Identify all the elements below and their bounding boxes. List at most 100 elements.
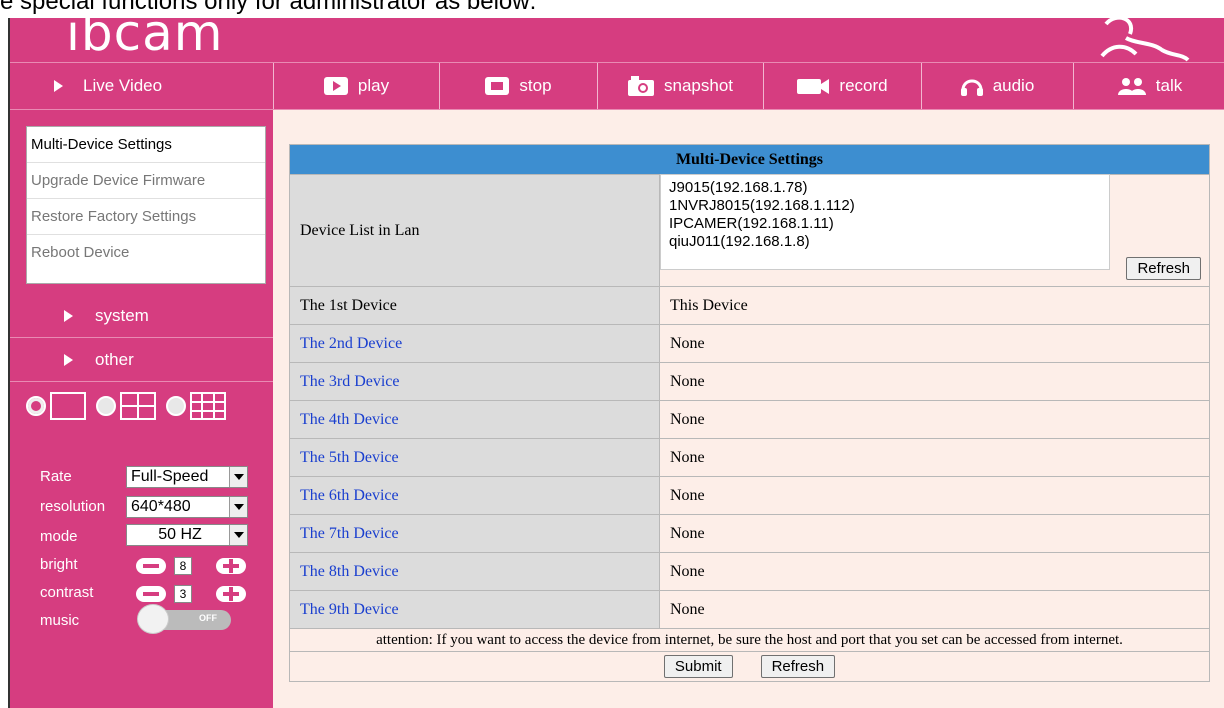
- snapshot-button[interactable]: snapshot: [597, 63, 763, 109]
- mascot-icon: [1100, 15, 1190, 62]
- device-value: None: [659, 514, 1210, 553]
- device-link[interactable]: The 7th Device: [289, 514, 660, 553]
- device-list-entry[interactable]: 1NVRJ8015(192.168.1.112): [669, 197, 1101, 215]
- layout-1-radio[interactable]: [26, 396, 46, 416]
- play-icon: [323, 77, 348, 95]
- device-value: None: [659, 552, 1210, 591]
- device-value: None: [659, 438, 1210, 477]
- sidebar-item-live-video[interactable]: Live Video: [10, 63, 273, 109]
- device-label: The 1st Device: [289, 286, 660, 325]
- record-label: record: [839, 76, 888, 95]
- camera-icon: [628, 76, 654, 96]
- device-value: None: [659, 590, 1210, 629]
- layout-9-radio[interactable]: [166, 396, 186, 416]
- resolution-value: 640*480: [131, 498, 191, 515]
- chevron-down-icon: [229, 497, 247, 517]
- rate-select[interactable]: Full-Speed: [126, 466, 248, 488]
- resolution-select[interactable]: 640*480: [126, 496, 248, 518]
- device-list-box[interactable]: J9015(192.168.1.78) 1NVRJ8015(192.168.1.…: [660, 174, 1110, 270]
- bright-value: 8: [174, 557, 192, 575]
- music-label: music: [40, 612, 80, 629]
- submit-button[interactable]: Submit: [663, 655, 733, 678]
- device-value: None: [659, 476, 1210, 515]
- plus-icon-vertical: [229, 559, 233, 573]
- table-row: The 7th Device None: [289, 514, 1210, 553]
- plus-icon-vertical: [229, 587, 233, 601]
- device-list-entry[interactable]: J9015(192.168.1.78): [669, 179, 1101, 197]
- table-row: The 3rd Device None: [289, 362, 1210, 401]
- triangle-right-icon: [64, 309, 73, 322]
- video-camera-icon: [797, 79, 830, 94]
- table-header-row: Multi-Device Settings: [289, 144, 1210, 175]
- snapshot-label: snapshot: [664, 76, 733, 95]
- refresh-list-button[interactable]: Refresh: [1126, 257, 1201, 280]
- table-row: The 2nd Device None: [289, 324, 1210, 363]
- sidebar-item-other[interactable]: other: [10, 338, 273, 382]
- triangle-right-icon: [64, 353, 73, 366]
- action-cell: Submit Refresh: [289, 651, 1210, 682]
- contrast-increase-button[interactable]: [216, 586, 246, 602]
- contrast-decrease-button[interactable]: [136, 586, 166, 602]
- toggle-state: OFF: [199, 613, 217, 623]
- layout-selector: [26, 388, 266, 424]
- headphones-icon: [960, 79, 983, 96]
- device-link[interactable]: The 4th Device: [289, 400, 660, 439]
- triangle-right-icon: [54, 80, 63, 92]
- table-row: The 1st Device This Device: [289, 286, 1210, 325]
- layout-4-radio[interactable]: [96, 396, 116, 416]
- refresh-button[interactable]: Refresh: [760, 655, 836, 678]
- brand-logo: ibcam: [66, 4, 224, 62]
- music-toggle[interactable]: OFF: [137, 604, 233, 634]
- resolution-label: resolution: [40, 498, 106, 515]
- device-list-label: Device List in Lan: [289, 174, 660, 287]
- mode-value: 50 HZ: [158, 526, 202, 543]
- play-button[interactable]: play: [273, 63, 439, 109]
- device-list-row: Device List in Lan J9015(192.168.1.78) 1…: [289, 174, 1210, 287]
- system-label: system: [95, 305, 149, 325]
- chevron-down-icon: [229, 525, 247, 545]
- device-link[interactable]: The 8th Device: [289, 552, 660, 591]
- audio-button[interactable]: audio: [921, 63, 1073, 109]
- device-link[interactable]: The 6th Device: [289, 476, 660, 515]
- live-video-label: Live Video: [83, 76, 163, 95]
- rate-value: Full-Speed: [131, 468, 209, 485]
- stop-button[interactable]: stop: [439, 63, 597, 109]
- device-list-entry[interactable]: IPCAMER(192.168.1.11): [669, 215, 1101, 233]
- talk-button[interactable]: talk: [1073, 63, 1224, 109]
- rate-label: Rate: [40, 468, 72, 485]
- record-button[interactable]: record: [763, 63, 921, 109]
- bright-decrease-button[interactable]: [136, 558, 166, 574]
- table-row: The 9th Device None: [289, 590, 1210, 629]
- other-label: other: [95, 349, 134, 369]
- device-value: None: [659, 400, 1210, 439]
- table-row: The 4th Device None: [289, 400, 1210, 439]
- header-bar: ibcam: [10, 4, 1224, 62]
- sidebar-item-system[interactable]: system: [10, 294, 273, 338]
- settings-menu: Multi-Device Settings Upgrade Device Fir…: [26, 126, 266, 284]
- table-row: The 6th Device None: [289, 476, 1210, 515]
- menu-item-reboot[interactable]: Reboot Device: [27, 235, 265, 271]
- bright-increase-button[interactable]: [216, 558, 246, 574]
- minus-icon: [143, 592, 159, 596]
- action-row: Submit Refresh: [289, 651, 1210, 682]
- device-link[interactable]: The 5th Device: [289, 438, 660, 477]
- stop-label: stop: [519, 76, 552, 95]
- device-list-entry[interactable]: qiuJ011(192.168.1.8): [669, 233, 1101, 251]
- contrast-label: contrast: [40, 584, 94, 601]
- device-link[interactable]: The 3rd Device: [289, 362, 660, 401]
- menu-item-multi-device[interactable]: Multi-Device Settings: [27, 127, 265, 163]
- camera-web-ui: ibcam Live Video play stop snapshot reco…: [8, 4, 1224, 708]
- toggle-knob: [137, 604, 169, 634]
- device-link[interactable]: The 2nd Device: [289, 324, 660, 363]
- single-view-icon: [50, 392, 86, 420]
- menu-item-upgrade-firmware[interactable]: Upgrade Device Firmware: [27, 163, 265, 199]
- mode-select[interactable]: 50 HZ: [126, 524, 248, 546]
- contrast-value: 3: [174, 585, 192, 603]
- menu-item-restore-factory[interactable]: Restore Factory Settings: [27, 199, 265, 235]
- toolbar: Live Video play stop snapshot record aud…: [10, 62, 1224, 110]
- device-link[interactable]: The 9th Device: [289, 590, 660, 629]
- attention-row: attention: If you want to access the dev…: [289, 628, 1210, 652]
- users-icon: [1117, 78, 1146, 95]
- main-content: Multi-Device Settings Device List in Lan…: [273, 110, 1224, 708]
- stop-icon: [485, 77, 510, 95]
